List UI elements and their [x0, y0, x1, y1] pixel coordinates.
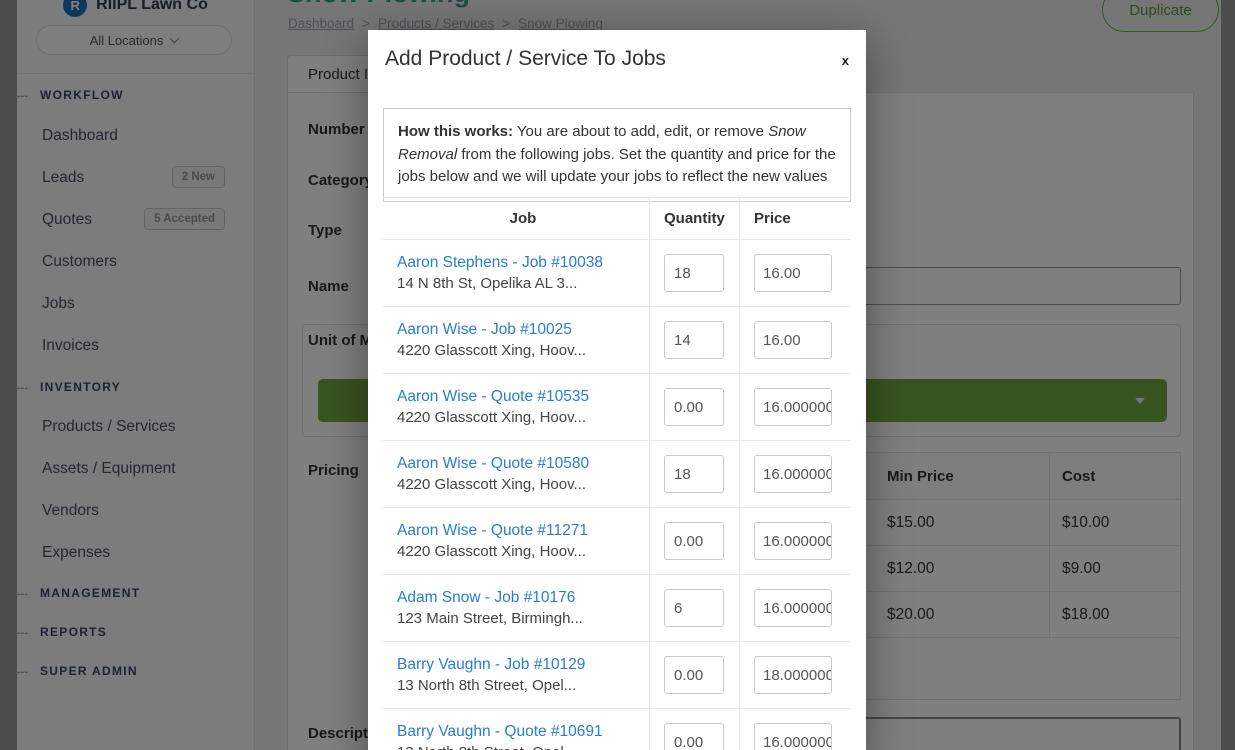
job-address: 13 North 8th Street, Opel...: [397, 744, 649, 750]
job-row: Aaron Stephens - Job #10038 14 N 8th St,…: [383, 240, 851, 307]
quantity-input[interactable]: [664, 589, 724, 627]
header-price: Price: [739, 198, 851, 239]
job-address: 4220 Glasscott Xing, Hoov...: [397, 409, 649, 426]
job-row: Adam Snow - Job #10176 123 Main Street, …: [383, 575, 851, 642]
job-link[interactable]: Aaron Wise - Quote #11271: [397, 522, 649, 540]
add-product-service-modal: Add Product / Service To Jobs x How this…: [368, 30, 866, 750]
price-input[interactable]: [754, 522, 832, 560]
price-input[interactable]: [754, 388, 832, 426]
job-link[interactable]: Aaron Stephens - Job #10038: [397, 254, 649, 272]
job-address: 4220 Glasscott Xing, Hoov...: [397, 476, 649, 493]
close-icon[interactable]: x: [842, 53, 849, 68]
header-quantity: Quantity: [649, 198, 739, 239]
quantity-input[interactable]: [664, 254, 724, 292]
job-link[interactable]: Aaron Wise - Job #10025: [397, 321, 649, 339]
job-link[interactable]: Aaron Wise - Quote #10580: [397, 455, 649, 473]
info-text-2: from the following jobs. Set the quantit…: [398, 146, 836, 186]
job-link[interactable]: Adam Snow - Job #10176: [397, 589, 649, 607]
price-input[interactable]: [754, 723, 832, 750]
job-address: 14 N 8th St, Opelika AL 3...: [397, 275, 649, 292]
price-input[interactable]: [754, 455, 832, 493]
quantity-input[interactable]: [664, 388, 724, 426]
job-row: Aaron Wise - Quote #10580 4220 Glasscott…: [383, 441, 851, 508]
quantity-input[interactable]: [664, 723, 724, 750]
job-row: Barry Vaughn - Job #10129 13 North 8th S…: [383, 642, 851, 709]
job-link[interactable]: Aaron Wise - Quote #10535: [397, 388, 649, 406]
quantity-input[interactable]: [664, 656, 724, 694]
job-address: 123 Main Street, Birmingh...: [397, 610, 649, 627]
job-row: Barry Vaughn - Quote #10691 13 North 8th…: [383, 709, 851, 750]
price-input[interactable]: [754, 656, 832, 694]
job-address: 4220 Glasscott Xing, Hoov...: [397, 543, 649, 560]
quantity-input[interactable]: [664, 321, 724, 359]
info-text-1: You are about to add, edit, or remove: [513, 123, 768, 140]
modal-jobs-table: Job Quantity Price Aaron Stephens - Job …: [383, 197, 851, 750]
job-link[interactable]: Barry Vaughn - Quote #10691: [397, 723, 649, 741]
modal-title: Add Product / Service To Jobs: [385, 47, 666, 71]
price-input[interactable]: [754, 254, 832, 292]
price-input[interactable]: [754, 589, 832, 627]
header-job: Job: [383, 198, 649, 239]
job-address: 4220 Glasscott Xing, Hoov...: [397, 342, 649, 359]
jobs-table-header-row: Job Quantity Price: [383, 197, 851, 240]
modal-info-box: How this works: You are about to add, ed…: [383, 108, 851, 202]
price-input[interactable]: [754, 321, 832, 359]
job-link[interactable]: Barry Vaughn - Job #10129: [397, 656, 649, 674]
job-address: 13 North 8th Street, Opel...: [397, 677, 649, 694]
job-row: Aaron Wise - Quote #10535 4220 Glasscott…: [383, 374, 851, 441]
info-bold-text: How this works:: [398, 123, 513, 140]
quantity-input[interactable]: [664, 455, 724, 493]
job-row: Aaron Wise - Job #10025 4220 Glasscott X…: [383, 307, 851, 374]
job-row: Aaron Wise - Quote #11271 4220 Glasscott…: [383, 508, 851, 575]
quantity-input[interactable]: [664, 522, 724, 560]
